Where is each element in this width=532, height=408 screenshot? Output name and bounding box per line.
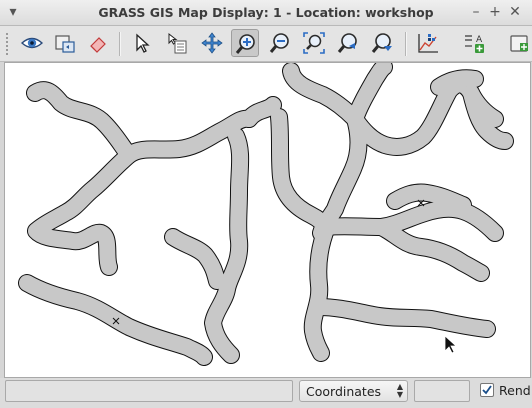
zoom-extent-button[interactable] bbox=[300, 29, 328, 57]
svg-text:A: A bbox=[476, 35, 483, 45]
mouse-cursor-icon bbox=[444, 335, 458, 354]
display-map-icon bbox=[21, 37, 43, 49]
stream-buffer bbox=[347, 63, 392, 127]
stream-buffer bbox=[165, 229, 225, 289]
stream-buffer bbox=[373, 219, 489, 281]
window-title: GRASS GIS Map Display: 1 - Location: wor… bbox=[98, 5, 434, 20]
zoom-out-button[interactable] bbox=[266, 29, 294, 57]
stream-buffer bbox=[431, 70, 483, 95]
render-checkbox[interactable] bbox=[480, 383, 494, 397]
status-bar: Coordinates ▲ ▼ Rend bbox=[0, 378, 532, 408]
render-map-icon bbox=[55, 35, 75, 53]
spinner-arrows-icon: ▲ ▼ bbox=[396, 382, 403, 399]
toolbar-separator bbox=[119, 32, 121, 56]
title-bar: ▾ GRASS GIS Map Display: 1 - Location: w… bbox=[0, 0, 532, 26]
erase-display-icon bbox=[90, 37, 106, 53]
analyze-icon bbox=[418, 34, 438, 53]
minimize-button[interactable]: – bbox=[467, 3, 485, 21]
analyze-button[interactable] bbox=[414, 29, 442, 57]
zoom-in-icon bbox=[235, 34, 255, 54]
erase-display-button[interactable] bbox=[84, 29, 112, 57]
zoom-menu-icon bbox=[371, 33, 392, 53]
close-button[interactable]: ✕ bbox=[506, 3, 524, 21]
stream-buffer bbox=[304, 219, 335, 361]
pointer-button[interactable] bbox=[128, 29, 156, 57]
stream-network-map bbox=[18, 63, 514, 366]
maximize-button[interactable]: + bbox=[486, 3, 504, 21]
zoom-in-button[interactable] bbox=[231, 29, 259, 57]
pointer-icon bbox=[136, 33, 150, 53]
display-map-button[interactable] bbox=[18, 29, 46, 57]
stream-buffer bbox=[319, 200, 503, 241]
stream-buffer bbox=[205, 128, 249, 363]
zoom-back-button[interactable] bbox=[334, 29, 362, 57]
status-text-field bbox=[5, 380, 293, 402]
display-mode-select[interactable]: Coordinates ▲ ▼ bbox=[299, 380, 408, 402]
display-mode-label: Coordinates bbox=[306, 384, 382, 399]
render-checkbox-label: Rend bbox=[499, 383, 531, 398]
map-canvas[interactable] bbox=[4, 62, 531, 378]
map-toolbar: A bbox=[0, 26, 532, 62]
zoom-out-icon bbox=[269, 33, 289, 53]
zoom-menu-button[interactable] bbox=[368, 29, 396, 57]
save-button[interactable] bbox=[506, 29, 532, 57]
pan-icon bbox=[201, 32, 223, 54]
zoom-extent-icon bbox=[303, 32, 325, 54]
map-elements-icon: A bbox=[465, 35, 484, 53]
query-icon bbox=[168, 32, 187, 54]
progress-field bbox=[414, 380, 470, 402]
zoom-back-icon bbox=[337, 33, 357, 53]
map-elements-button[interactable]: A bbox=[460, 29, 488, 57]
query-button[interactable] bbox=[163, 29, 191, 57]
toolbar-separator bbox=[405, 32, 407, 56]
save-icon bbox=[510, 35, 528, 52]
checkmark-icon bbox=[482, 385, 492, 395]
render-map-button[interactable] bbox=[51, 29, 79, 57]
pan-button[interactable] bbox=[198, 29, 226, 57]
toolbar-grip[interactable] bbox=[6, 33, 12, 55]
